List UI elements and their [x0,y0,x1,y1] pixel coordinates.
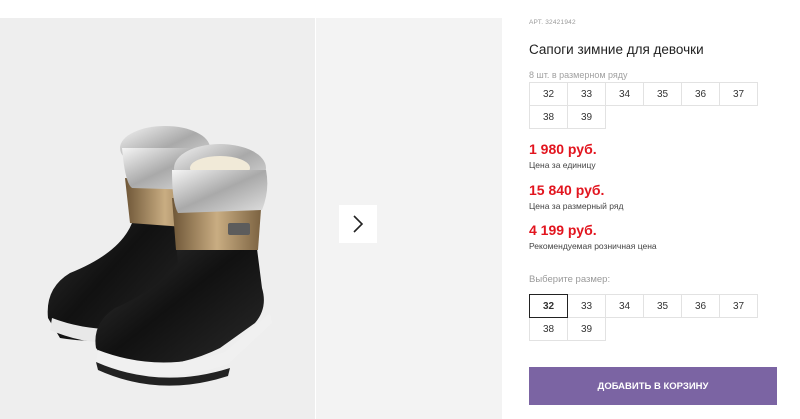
next-image-button[interactable] [339,205,377,243]
size-option[interactable]: 38 [529,317,568,341]
pack-size-cell: 32 [529,82,568,106]
add-to-cart-button[interactable]: ДОБАВИТЬ В КОРЗИНУ [529,367,777,405]
chevron-right-icon [353,215,364,233]
retail-price-label: Рекомендуемая розничная цена [529,241,657,251]
set-price: 15 840 руб. [529,182,605,198]
size-option[interactable]: 33 [567,294,606,318]
pack-size-cell: 36 [681,82,720,106]
size-option[interactable]: 34 [605,294,644,318]
product-gallery [0,18,502,419]
pack-size-cell: 37 [719,82,758,106]
pack-size-cell: 34 [605,82,644,106]
size-option[interactable]: 36 [681,294,720,318]
size-option[interactable]: 35 [643,294,682,318]
choose-size-label: Выберите размер: [529,274,611,285]
size-selector: 32 33 34 35 36 37 38 39 [529,294,758,341]
pack-size-cell: 35 [643,82,682,106]
pack-size-cell: 33 [567,82,606,106]
unit-price-label: Цена за единицу [529,160,596,170]
boots-image [47,126,272,386]
pack-size-note: 8 шт. в размерном ряду [529,70,628,80]
pack-size-grid: 32 33 34 35 36 37 38 39 [529,82,758,129]
article-number: АРТ. 32421942 [529,19,576,26]
set-price-label: Цена за размерный ряд [529,201,624,211]
product-photo [0,18,315,419]
unit-price: 1 980 руб. [529,141,597,157]
pack-size-cell: 38 [529,105,568,129]
pack-size-cell: 39 [567,105,606,129]
size-option[interactable]: 39 [567,317,606,341]
product-info-panel: АРТ. 32421942 Сапоги зимние для девочки … [529,0,800,419]
size-option-selected[interactable]: 32 [529,294,568,318]
retail-price: 4 199 руб. [529,222,597,238]
product-title: Сапоги зимние для девочки [529,42,704,57]
size-option[interactable]: 37 [719,294,758,318]
